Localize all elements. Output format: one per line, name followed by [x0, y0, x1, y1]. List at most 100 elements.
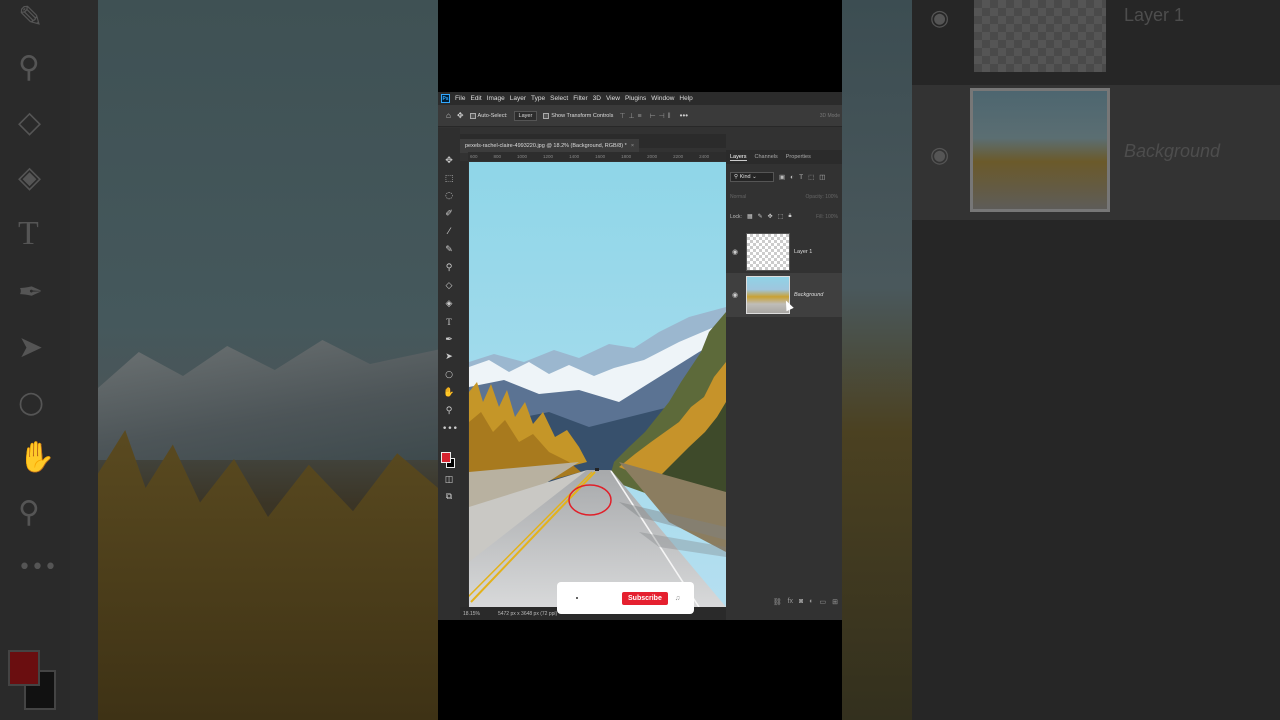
fx-icon[interactable]: fx [788, 598, 793, 606]
ruler-tick-label: 1200 [543, 154, 554, 159]
type-icon[interactable]: T [442, 315, 456, 329]
layer-thumbnail [746, 276, 790, 314]
eyedropper-icon[interactable]: ⁄ [442, 225, 456, 239]
layer-row-layer-1[interactable]: ◉ Layer 1 [726, 230, 842, 274]
ellipse-icon[interactable]: ○ [442, 368, 456, 382]
menu-view[interactable]: View [606, 95, 620, 102]
tab-properties[interactable]: Properties [786, 154, 811, 160]
layer-row-background[interactable]: ◉ Background [726, 273, 842, 317]
lock-artboard-icon[interactable]: ⬚ [778, 213, 784, 220]
menu-file[interactable]: File [455, 95, 465, 102]
bg-type-icon: T [18, 215, 39, 252]
quick-select-icon[interactable]: ✐ [442, 207, 456, 221]
ruler-tick-label: 2400 [699, 154, 710, 159]
bg-layer1-name: Layer 1 [1124, 5, 1185, 25]
menu-window[interactable]: Window [651, 95, 674, 102]
ruler-tick-label: 2200 [673, 154, 684, 159]
lasso-icon[interactable]: ◌ [442, 189, 456, 203]
menu-help[interactable]: Help [679, 95, 692, 102]
tab-layers[interactable]: Layers [730, 154, 747, 161]
lock-image-icon[interactable]: ✎ [758, 213, 763, 220]
adjustment-filter-icon[interactable]: ◐ [790, 174, 794, 181]
menu-edit[interactable]: Edit [470, 95, 481, 102]
visibility-eye-icon[interactable]: ◉ [726, 248, 744, 256]
adjustment-icon[interactable]: ◐ [809, 598, 813, 606]
close-tab-icon[interactable]: × [631, 143, 634, 149]
subscribe-button[interactable]: Subscribe [622, 591, 668, 605]
menu-filter[interactable]: Filter [573, 95, 587, 102]
ruler-tick-label: 1600 [595, 154, 606, 159]
marquee-icon[interactable]: ⬚ [442, 172, 456, 186]
3d-mode-label[interactable]: 3D Mode [820, 113, 842, 119]
more-options-icon[interactable]: ••• [680, 111, 688, 120]
brush-icon[interactable]: ✎ [442, 243, 456, 257]
quick-mask-icon[interactable]: ◫ [442, 473, 456, 487]
more-tools-icon[interactable]: ••• [442, 422, 458, 436]
home-icon[interactable]: ⌂ [446, 111, 451, 120]
document-tab-title: pexels-rachel-claire-4993220.jpg @ 18.2%… [465, 143, 627, 149]
bg-more-icon: ••• [18, 555, 57, 580]
menu-type[interactable]: Type [531, 95, 545, 102]
panel-tab-row: Layers Channels Properties [726, 150, 842, 164]
path-select-icon[interactable]: ➤ [442, 350, 456, 364]
channel-dot [576, 597, 578, 599]
blend-mode-dropdown[interactable]: Normal [730, 194, 746, 200]
menu-3d[interactable]: 3D [593, 95, 601, 102]
document-info[interactable]: 5472 px x 3648 px (72 ppi) [498, 611, 557, 617]
ruler-tick-label: 1400 [569, 154, 580, 159]
type-filter-icon[interactable]: T [799, 174, 803, 181]
paint-bucket-icon[interactable]: ◈ [442, 297, 456, 311]
bg-pen-icon: ✒ [18, 275, 44, 310]
pixel-filter-icon[interactable]: ▣ [779, 173, 785, 181]
document-canvas[interactable] [469, 162, 726, 607]
tab-channels[interactable]: Channels [755, 154, 778, 160]
pen-icon[interactable]: ✒ [442, 333, 456, 347]
bg-right-scene [842, 0, 912, 720]
document-tab-row: pexels-rachel-claire-4993220.jpg @ 18.2%… [460, 134, 726, 153]
group-icon[interactable]: ▭ [820, 598, 827, 606]
hand-icon[interactable]: ✋ [442, 386, 456, 400]
screen-mode-icon[interactable]: ⧉ [442, 490, 456, 504]
move-tool-icon[interactable]: ✥ [457, 111, 464, 120]
menu-layer[interactable]: Layer [510, 95, 526, 102]
smart-object-filter-icon[interactable]: ◫ [819, 173, 825, 181]
menu-select[interactable]: Select [550, 95, 568, 102]
move-icon[interactable]: ✥ [442, 154, 456, 168]
foreground-color-swatch[interactable] [441, 452, 451, 463]
background-right-blur: ◉ ◉ Layer 1 Background [842, 0, 1280, 720]
menu-plugins[interactable]: Plugins [625, 95, 646, 102]
bg-eraser-icon: ◇ [18, 105, 42, 140]
auto-select-checkbox[interactable]: Auto-Select: [469, 112, 508, 119]
link-icon[interactable]: ⛓ [773, 598, 782, 606]
shape-filter-icon[interactable]: ⬚ [808, 173, 814, 181]
bg-foreground-swatch [8, 650, 40, 686]
opacity-field[interactable]: Opacity: 100% [805, 194, 838, 200]
photoshop-window: Ps File Edit Image Layer Type Select Fil… [438, 92, 842, 620]
menu-image[interactable]: Image [487, 95, 505, 102]
lock-all-icon[interactable]: 🔒︎ [788, 213, 791, 220]
auto-select-target-dropdown[interactable]: Layer [513, 110, 538, 121]
document-tab[interactable]: pexels-rachel-claire-4993220.jpg @ 18.2%… [460, 139, 640, 153]
clone-stamp-icon[interactable]: ⚲ [442, 261, 456, 275]
new-layer-icon[interactable]: ⊞ [832, 598, 838, 606]
bell-icon[interactable]: ♫ [675, 595, 680, 602]
visibility-eye-icon[interactable]: ◉ [726, 291, 744, 299]
options-bar: ⌂ ✥ Auto-Select: Layer Show Transform Co… [438, 105, 842, 127]
layer-name: Layer 1 [794, 249, 813, 255]
kind-filter-dropdown[interactable]: ⚲ Kind ⌄ [730, 172, 774, 182]
bg-background-name: Background [1124, 141, 1221, 161]
bg-eye-icon: ◉ [930, 5, 950, 30]
mask-icon[interactable]: ◙ [799, 598, 803, 606]
align-icons[interactable]: ⊤⊥≡ ⊢⊣‖ [619, 112, 673, 120]
zoom-icon[interactable]: ⚲ [442, 404, 456, 418]
layer-name: Background [794, 292, 824, 298]
lock-position-icon[interactable]: ✥ [768, 213, 773, 220]
zoom-readout[interactable]: 18.15% [463, 611, 480, 617]
bg-hand-icon: ✋ [18, 440, 56, 475]
fill-field[interactable]: Fill: 100% [816, 214, 838, 220]
eraser-icon[interactable]: ◇ [442, 279, 456, 293]
bg-arrow-icon: ➤ [18, 330, 44, 365]
show-transform-controls-checkbox[interactable]: Show Transform Controls [543, 112, 613, 119]
lock-transparent-icon[interactable]: ▦ [747, 213, 753, 220]
canvas-photo [469, 162, 726, 607]
